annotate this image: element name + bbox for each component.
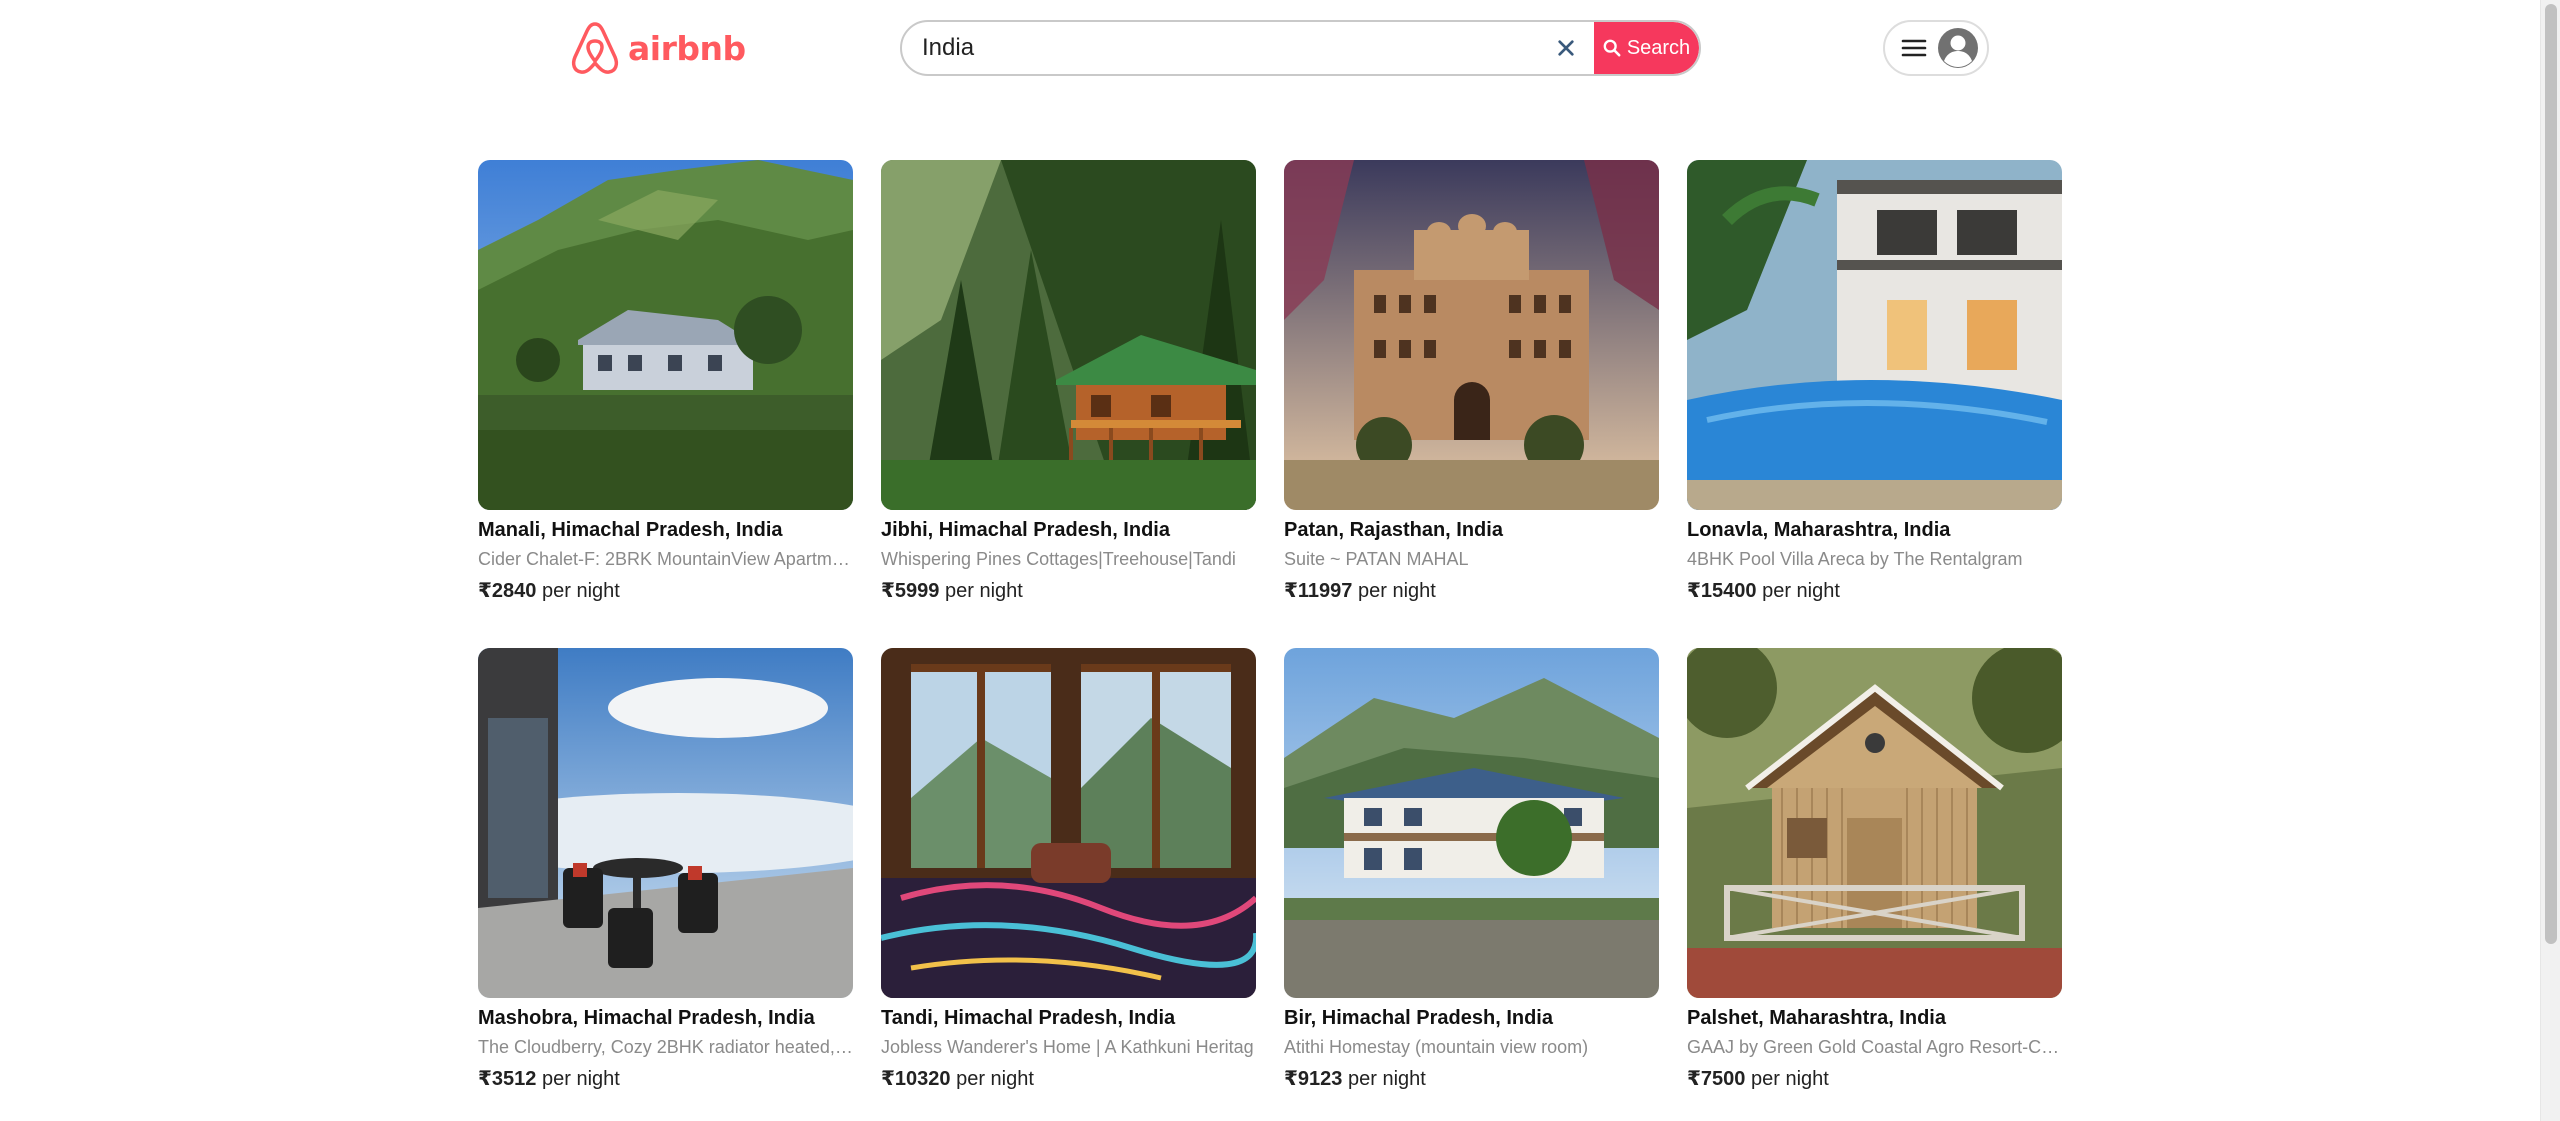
listing-location: Jibhi, Himachal Pradesh, India [881,519,1170,541]
listing-price-line: ₹5999 per night [881,576,1256,606]
listing-photo [478,648,853,998]
listing-photo [478,160,853,510]
listing-name: The Cloudberry, Cozy 2BHK radiator heate… [478,1037,853,1057]
listing-card[interactable]: Mashobra, Himachal Pradesh, India The Cl… [478,648,853,1094]
listing-card[interactable]: Tandi, Himachal Pradesh, India Jobless W… [881,648,1256,1094]
listing-photo [881,648,1256,998]
listing-photo [1284,648,1659,998]
search-button[interactable]: Search [1594,22,1699,74]
search-icon [1603,39,1621,57]
listing-location: Tandi, Himachal Pradesh, India [881,1007,1176,1029]
listing-price: ₹7500 [1687,1068,1746,1090]
price-suffix: per night [944,580,1023,602]
listing-name: Whispering Pines Cottages|Treehouse|Tand… [881,549,1236,569]
listing-location: Palshet, Maharashtra, India [1687,1007,1946,1029]
price-suffix: per night [956,1068,1034,1090]
price-suffix: per night [1358,580,1436,602]
listing-location: Patan, Rajasthan, India [1284,519,1503,541]
listing-location: Manali, Himachal Pradesh, India [478,519,783,541]
listing-photo [881,160,1256,510]
scrollbar-thumb[interactable] [2545,4,2557,944]
listing-name: Cider Chalet-F: 2BRK MountainView Apartm… [478,549,853,569]
listing-price-line: ₹11997 per night [1284,576,1659,606]
listing-card[interactable]: Manali, Himachal Pradesh, India Cider Ch… [478,160,853,606]
listing-price-line: ₹7500 per night [1687,1064,2062,1094]
search-button-label: Search [1626,36,1691,59]
listing-price: ₹11997 [1284,580,1353,602]
listing-name: GAAJ by Green Gold Coastal Agro Resort-C… [1687,1037,2062,1057]
listing-photo [1687,648,2062,998]
airbnb-logo-icon [571,22,619,74]
hamburger-icon [1901,37,1927,59]
user-circle-icon [1937,27,1979,69]
listing-price-line: ₹10320 per night [881,1064,1256,1094]
brand-name: airbnb [628,28,746,68]
listing-price: ₹15400 [1687,580,1757,602]
listing-name: 4BHK Pool Villa Areca by The Rentalgram [1687,549,2023,569]
listing-price: ₹9123 [1284,1068,1343,1090]
price-suffix: per night [1762,580,1840,602]
listing-card[interactable]: Bir, Himachal Pradesh, India Atithi Home… [1284,648,1659,1094]
clear-search-button[interactable] [1540,22,1592,74]
vertical-scrollbar[interactable] [2540,0,2560,1121]
listing-price-line: ₹3512 per night [478,1064,853,1094]
listing-location: Bir, Himachal Pradesh, India [1284,1007,1553,1029]
listing-card[interactable]: Lonavla, Maharashtra, India 4BHK Pool Vi… [1687,160,2062,606]
listing-card[interactable]: Jibhi, Himachal Pradesh, India Whisperin… [881,160,1256,606]
page: airbnb Search [0,0,2560,1121]
listing-card[interactable]: Patan, Rajasthan, India Suite ~ PATAN MA… [1284,160,1659,606]
listing-name: Suite ~ PATAN MAHAL [1284,549,1469,569]
listing-price: ₹5999 [881,580,940,602]
search-bar: Search [900,20,1701,76]
listing-location: Mashobra, Himachal Pradesh, India [478,1007,815,1029]
listing-price: ₹2840 [478,580,537,602]
price-suffix: per night [1750,1068,1829,1090]
listing-location: Lonavla, Maharashtra, India [1687,519,1951,541]
user-menu-button[interactable] [1883,20,1989,76]
airbnb-logo[interactable]: airbnb [570,20,746,76]
price-suffix: per night [541,580,620,602]
listing-price-line: ₹15400 per night [1687,576,2062,606]
price-suffix: per night [541,1068,620,1090]
listing-name: Atithi Homestay (mountain view room) [1284,1037,1589,1057]
header: airbnb Search [0,0,2540,100]
listing-price-line: ₹9123 per night [1284,1064,1659,1094]
close-icon [1558,40,1574,56]
listing-name: Jobless Wanderer's Home | A Kathkuni Her… [881,1037,1254,1057]
listing-price: ₹3512 [478,1068,537,1090]
price-suffix: per night [1347,1068,1426,1090]
listing-photo [1284,160,1659,510]
listing-price: ₹10320 [881,1068,951,1090]
listing-card[interactable]: Palshet, Maharashtra, India GAAJ by Gree… [1687,648,2062,1094]
search-input[interactable] [902,22,1542,74]
listing-price-line: ₹2840 per night [478,576,853,606]
listing-photo [1687,160,2062,510]
